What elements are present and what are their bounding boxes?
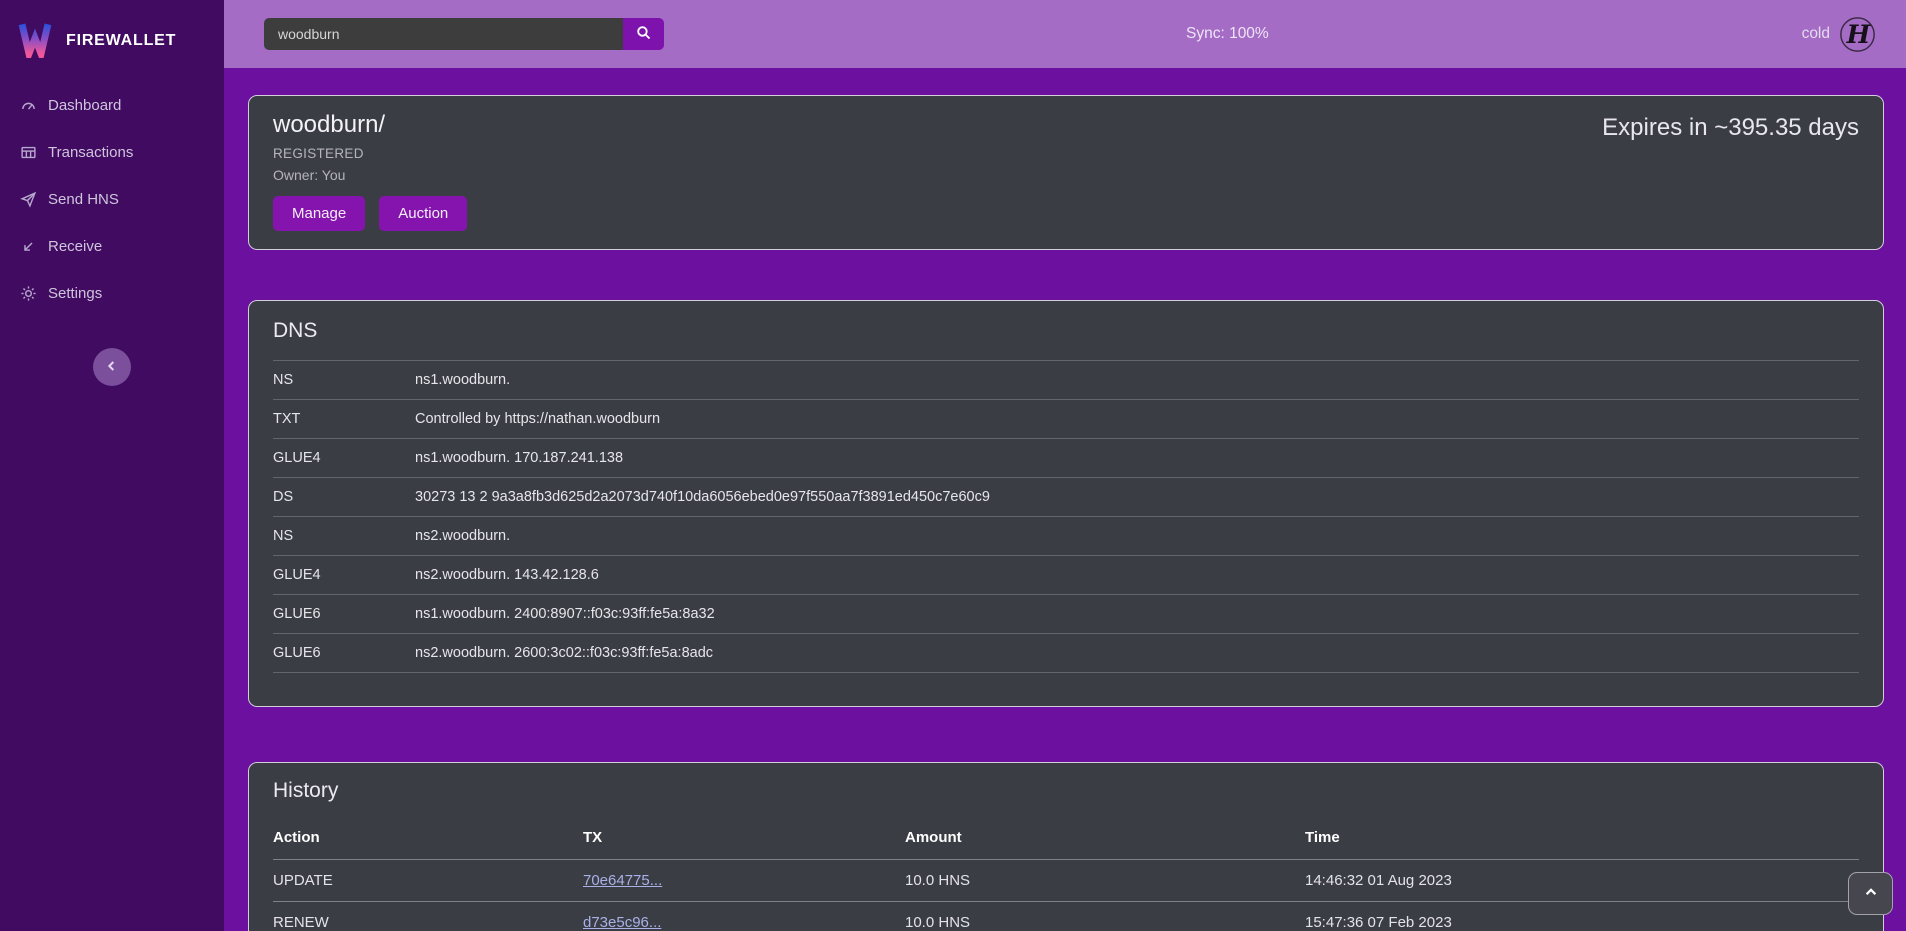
history-table: Action TX Amount Time UPDATE 70e64775...… [273,820,1859,931]
wallet-selector[interactable]: cold H [1802,0,1876,68]
dns-record-type: GLUE4 [273,439,415,478]
history-col-amount: Amount [905,820,1305,860]
dns-record-value: ns2.woodburn. 2600:3c02::f03c:93ff:fe5a:… [415,634,1859,673]
sidebar-item-transactions[interactable]: Transactions [0,129,224,176]
dns-record-value: ns1.woodburn. 2400:8907::f03c:93ff:fe5a:… [415,595,1859,634]
dns-record-value: ns2.woodburn. [415,517,1859,556]
dns-card-title: DNS [273,319,1859,343]
dns-record-row: GLUE6 ns1.woodburn. 2400:8907::f03c:93ff… [273,595,1859,634]
sidebar-item-label: Dashboard [48,97,121,114]
gear-icon [20,285,37,302]
brand-link[interactable]: FIREWALLET [0,0,224,68]
manage-button[interactable]: Manage [273,196,365,231]
sidebar-item-dashboard[interactable]: Dashboard [0,82,224,129]
history-card: History Action TX Amount Time UPDATE 70e… [248,762,1884,931]
dns-record-value: 30273 13 2 9a3a8fb3d625d2a2073d740f10da6… [415,478,1859,517]
chevron-up-icon [1863,884,1879,903]
sidebar-item-receive[interactable]: Receive [0,223,224,270]
history-action: RENEW [273,902,583,931]
dns-record-row: GLUE6 ns2.woodburn. 2600:3c02::f03c:93ff… [273,634,1859,673]
dns-record-row: DS 30273 13 2 9a3a8fb3d625d2a2073d740f10… [273,478,1859,517]
sidebar: FIREWALLET Dashboard Transactions [0,0,224,931]
dns-card: DNS NS ns1.woodburn. TXT Controlled by h… [248,300,1884,707]
dns-record-value: ns2.woodburn. 143.42.128.6 [415,556,1859,595]
history-time: 15:47:36 07 Feb 2023 [1305,902,1859,931]
search-bar [264,18,664,50]
tx-link[interactable]: d73e5c96... [583,914,661,931]
history-amount: 10.0 HNS [905,860,1305,902]
topbar: Sync: 100% cold H [224,0,1906,68]
scroll-to-top-button[interactable] [1848,872,1893,915]
dns-record-type: GLUE6 [273,634,415,673]
history-header-row: Action TX Amount Time [273,820,1859,860]
dns-record-type: DS [273,478,415,517]
sidebar-item-label: Receive [48,238,102,255]
dns-record-row: TXT Controlled by https://nathan.woodbur… [273,400,1859,439]
history-time: 14:46:32 01 Aug 2023 [1305,860,1859,902]
history-col-action: Action [273,820,583,860]
dns-record-type: GLUE4 [273,556,415,595]
main-content: woodburn/ REGISTERED Owner: You Manage A… [224,0,1906,931]
history-row: RENEW d73e5c96... 10.0 HNS 15:47:36 07 F… [273,902,1859,931]
send-icon [20,191,37,208]
dns-record-row: NS ns2.woodburn. [273,517,1859,556]
dns-table: NS ns1.woodburn. TXT Controlled by https… [273,360,1859,673]
sidebar-item-settings[interactable]: Settings [0,270,224,317]
sidebar-collapse-button[interactable] [93,348,131,386]
wallet-name: cold [1802,25,1830,43]
search-icon [635,24,652,44]
brand-name: FIREWALLET [66,32,176,50]
sync-status: Sync: 100% [1186,0,1269,68]
tx-link[interactable]: 70e64775... [583,872,662,889]
history-row: UPDATE 70e64775... 10.0 HNS 14:46:32 01 … [273,860,1859,902]
sidebar-item-send-hns[interactable]: Send HNS [0,176,224,223]
history-amount: 10.0 HNS [905,902,1305,931]
table-icon [20,144,37,161]
dns-record-value: Controlled by https://nathan.woodburn [415,400,1859,439]
dns-record-row: GLUE4 ns2.woodburn. 143.42.128.6 [273,556,1859,595]
sidebar-item-label: Transactions [48,144,133,161]
dns-record-row: NS ns1.woodburn. [273,361,1859,400]
history-col-time: Time [1305,820,1859,860]
domain-owner: Owner: You [273,167,1859,183]
firewallet-w-logo-icon [16,20,54,63]
auction-button[interactable]: Auction [379,196,467,231]
dns-record-type: NS [273,517,415,556]
dns-record-value: ns1.woodburn. 170.187.241.138 [415,439,1859,478]
domain-card: woodburn/ REGISTERED Owner: You Manage A… [248,95,1884,250]
domain-status: REGISTERED [273,146,1859,161]
handshake-icon: H [1839,16,1876,53]
sidebar-nav: Dashboard Transactions Send HNS [0,82,224,317]
domain-actions: Manage Auction [273,196,1859,231]
history-card-title: History [273,779,1859,803]
sidebar-item-label: Settings [48,285,102,302]
history-col-tx: TX [583,820,905,860]
expires-label: Expires in ~395.35 days [1602,114,1859,142]
dns-record-value: ns1.woodburn. [415,361,1859,400]
gauge-icon [20,97,37,114]
search-button[interactable] [623,18,664,50]
svg-text:H: H [1846,19,1872,48]
receive-arrow-icon [20,238,37,255]
chevron-left-icon [104,358,120,377]
history-action: UPDATE [273,860,583,902]
sidebar-item-label: Send HNS [48,191,119,208]
search-input[interactable] [264,18,623,50]
dns-record-row: GLUE4 ns1.woodburn. 170.187.241.138 [273,439,1859,478]
dns-record-type: GLUE6 [273,595,415,634]
dns-record-type: TXT [273,400,415,439]
dns-record-type: NS [273,361,415,400]
